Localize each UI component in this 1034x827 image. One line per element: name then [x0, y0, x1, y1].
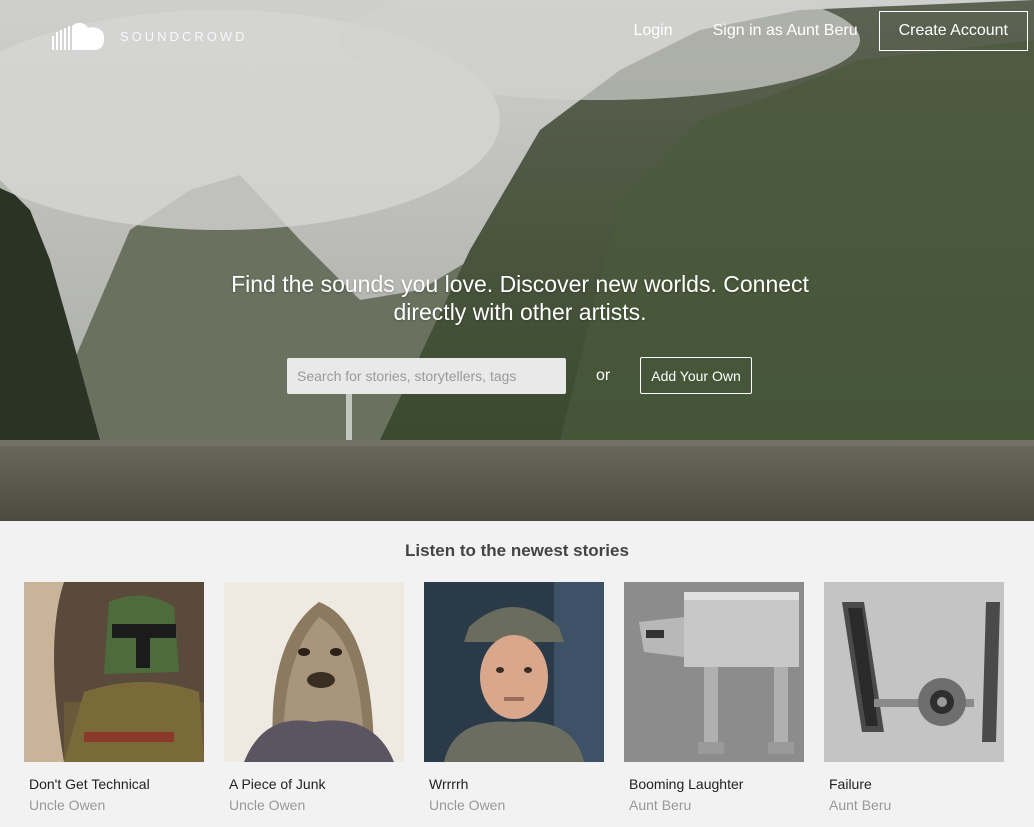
story-title: Failure — [829, 776, 872, 792]
story-cover-image — [824, 582, 1004, 762]
story-card[interactable]: Failure Aunt Beru — [824, 582, 1004, 813]
story-card[interactable]: A Piece of Junk Uncle Owen — [224, 582, 404, 813]
search-row: or Add Your Own — [287, 357, 752, 394]
story-cover-image — [24, 582, 204, 762]
brand-name: SOUNDCROWD — [120, 28, 248, 44]
story-cover-image — [624, 582, 804, 762]
story-author[interactable]: Uncle Owen — [229, 797, 404, 813]
story-author[interactable]: Aunt Beru — [829, 797, 1004, 813]
story-author[interactable]: Uncle Owen — [29, 797, 204, 813]
section-title: Listen to the newest stories — [405, 541, 629, 560]
story-author[interactable]: Aunt Beru — [629, 797, 804, 813]
story-title: A Piece of Junk — [229, 776, 326, 792]
hero-headline: Find the sounds you love. Discover new w… — [231, 271, 809, 325]
hero-background-image — [0, 0, 1034, 521]
search-input[interactable] — [287, 357, 566, 394]
story-card[interactable]: Don't Get Technical Uncle Owen — [24, 582, 204, 813]
add-your-own-button[interactable]: Add Your Own — [640, 357, 752, 394]
cloud-logo-icon — [52, 22, 105, 50]
story-title: Don't Get Technical — [29, 776, 150, 792]
demo-login-link[interactable]: Sign in as Aunt Beru — [713, 22, 858, 40]
story-title: Booming Laughter — [629, 776, 744, 792]
login-link[interactable]: Login — [633, 22, 672, 40]
story-cover-image — [224, 582, 404, 762]
or-text: or — [596, 366, 611, 384]
hero-banner: SOUNDCROWD Login Sign in as Aunt Beru Cr… — [0, 0, 1034, 521]
story-card[interactable]: Wrrrrh Uncle Owen — [424, 582, 604, 813]
story-cover-image — [424, 582, 604, 762]
create-account-button[interactable]: Create Account — [878, 11, 1028, 51]
story-card[interactable]: Booming Laughter Aunt Beru — [624, 582, 804, 813]
brand-logo[interactable]: SOUNDCROWD — [50, 20, 248, 52]
story-title: Wrrrrh — [429, 776, 469, 792]
story-list: Don't Get Technical Uncle Owen A Piece o… — [24, 582, 1024, 813]
story-author[interactable]: Uncle Owen — [429, 797, 604, 813]
top-nav: Login Sign in as Aunt Beru Create Accoun… — [633, 11, 1028, 51]
